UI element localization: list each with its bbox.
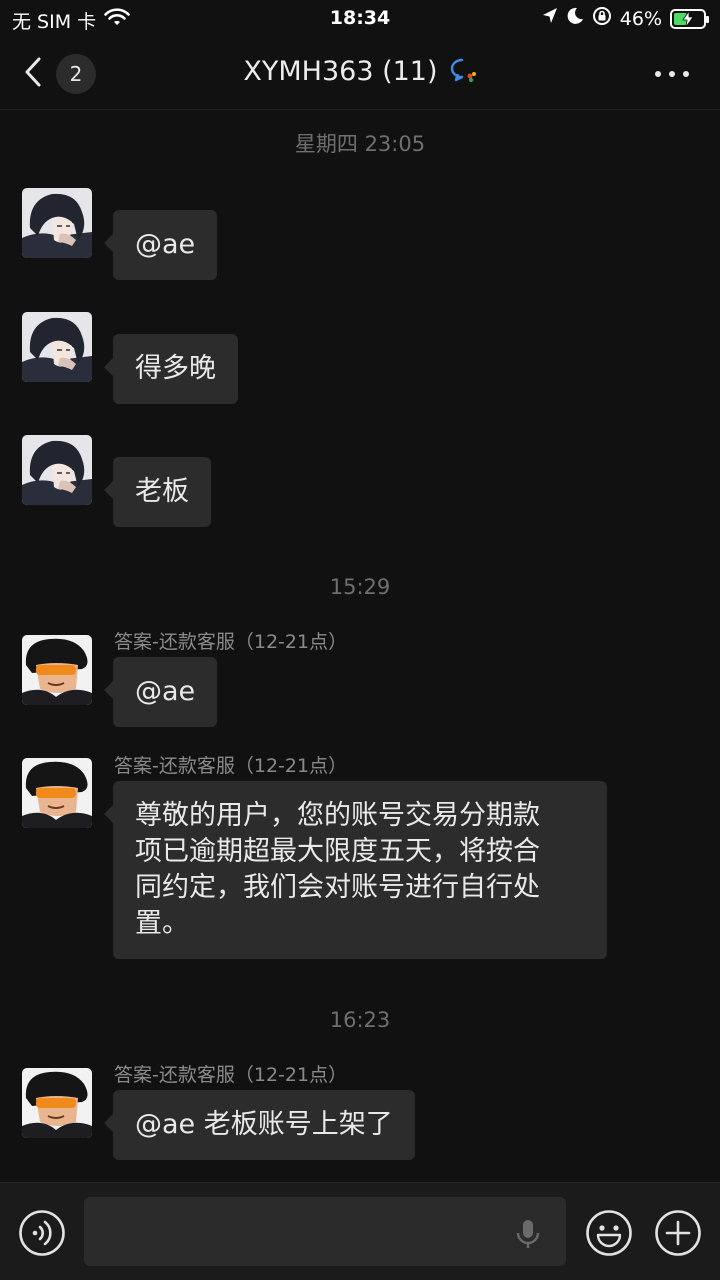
- message-text: 老板: [135, 476, 189, 507]
- avatar-cartoon-sunglasses[interactable]: [22, 758, 92, 828]
- avatar-anime-boy[interactable]: [22, 188, 92, 258]
- voice-icon: [18, 1210, 66, 1261]
- message-text: @ae: [135, 676, 196, 707]
- message-bubble[interactable]: @ae: [103, 657, 218, 727]
- avatar-cartoon-sunglasses[interactable]: [22, 1068, 92, 1138]
- more-button[interactable]: [654, 62, 690, 86]
- status-bar: 无 SIM 卡 18:34 46%: [0, 0, 720, 38]
- input-bar: [0, 1182, 720, 1280]
- message-text-line: 项已逾期超最大限度五天，将按合: [135, 836, 540, 867]
- status-right: 46%: [542, 6, 709, 31]
- message-input[interactable]: [84, 1197, 566, 1266]
- chat-title: XYMH363 (11): [243, 56, 438, 87]
- message-bubble[interactable]: 尊敬的用户，您的账号交易分期款 项已逾期超最大限度五天，将按合 同约定，我们会对…: [104, 781, 607, 959]
- message-text-line: 尊敬的用户，您的账号交易分期款: [135, 800, 540, 831]
- message-bubble[interactable]: @ae 老板账号上架了: [104, 1090, 415, 1160]
- message-text: 得多晚: [135, 353, 216, 384]
- message-bubble[interactable]: @ae: [103, 210, 218, 280]
- timestamp: 星期四 23:05: [294, 132, 426, 156]
- battery-percent: 46%: [619, 7, 662, 30]
- message-bubble[interactable]: 得多晚: [104, 334, 238, 404]
- avatar-anime-boy[interactable]: [22, 435, 92, 505]
- message-text: @ae 老板账号上架了: [135, 1109, 393, 1140]
- avatar-anime-boy[interactable]: [22, 312, 92, 382]
- battery-icon: [670, 8, 709, 29]
- moon-icon: [566, 7, 584, 30]
- more-functions-button[interactable]: [654, 1209, 702, 1261]
- message-text: @ae: [135, 229, 196, 260]
- message-text-line: 置。: [135, 908, 189, 939]
- timestamp: 15:29: [329, 575, 391, 599]
- avatar-cartoon-sunglasses[interactable]: [22, 635, 92, 705]
- sender-name: 答案-还款客服（12-21点）: [114, 631, 348, 653]
- message-bubble[interactable]: 老板: [104, 457, 211, 527]
- location-arrow-icon: [542, 7, 558, 30]
- emoji-icon: [585, 1210, 633, 1261]
- sender-name: 答案-还款客服（12-21点）: [114, 755, 348, 777]
- mic-icon[interactable]: [514, 1218, 542, 1254]
- emoji-button[interactable]: [585, 1209, 633, 1261]
- sender-name: 答案-还款客服（12-21点）: [114, 1064, 348, 1086]
- nav-bar: 2 XYMH363 (11): [0, 38, 720, 110]
- voice-button[interactable]: [18, 1209, 66, 1261]
- more-dots-icon: [654, 71, 690, 90]
- plus-icon: [654, 1210, 702, 1261]
- group-chat-icon: [449, 57, 477, 87]
- chat-area[interactable]: 星期四 23:05 @ae 得多晚 老板 15:29 答案-还款客服（12-21…: [0, 110, 720, 1182]
- message-text-line: 同约定，我们会对账号进行自行处: [135, 872, 540, 903]
- orientation-lock-icon: [592, 6, 612, 31]
- chat-title-wrap: XYMH363 (11): [0, 56, 720, 87]
- timestamp: 16:23: [329, 1008, 391, 1032]
